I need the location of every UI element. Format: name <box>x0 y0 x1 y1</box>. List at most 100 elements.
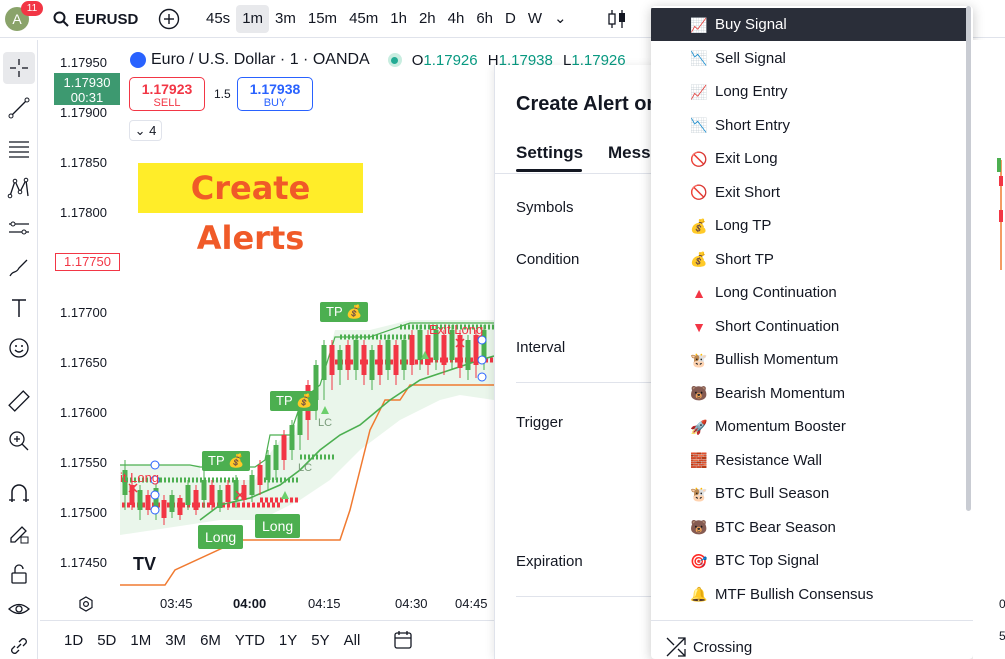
symbols-label: Symbols <box>516 199 574 216</box>
interval-45s[interactable]: 45s <box>200 5 236 33</box>
dropdown-item-sell-signal[interactable]: 📉 Sell Signal <box>651 42 967 75</box>
candle-body <box>249 475 255 495</box>
symbol-search-button[interactable]: EURUSD <box>53 7 138 31</box>
dropdown-item-bullish-momentum[interactable]: 🐮 Bullish Momentum <box>651 343 967 376</box>
interval-1h[interactable]: 1h <box>384 5 413 33</box>
dropdown-item-bearish-momentum[interactable]: 🐻 Bearish Momentum <box>651 377 967 410</box>
candles-icon[interactable] <box>606 8 628 30</box>
text-tool[interactable] <box>3 292 35 324</box>
time-axis-label: 04:15 <box>308 596 341 611</box>
promo-banner: Create Alerts <box>138 163 363 257</box>
dropdown-item-long-tp[interactable]: 💰 Long TP <box>651 209 967 242</box>
trendline-tool[interactable] <box>3 92 35 124</box>
signal-icon: 📉 <box>690 50 708 66</box>
interval-1m[interactable]: 1m <box>236 5 270 33</box>
price-axis-label: 1.17700 <box>60 305 107 320</box>
measure-tool[interactable] <box>3 385 35 417</box>
fib-tool[interactable] <box>3 132 35 164</box>
dropdown-item-long-continuation[interactable]: ▲ Long Continuation <box>651 276 967 309</box>
interval-45m[interactable]: 45m <box>343 5 384 33</box>
range-5d[interactable]: 5D <box>97 632 116 649</box>
magnet-tool[interactable] <box>3 478 35 510</box>
spread-value: 1.5 <box>214 87 231 101</box>
dropdown-item-label: Long TP <box>715 217 772 234</box>
chart-edge-fragment: 0 5 <box>997 158 1005 643</box>
range-1y[interactable]: 1Y <box>279 632 297 649</box>
visibility-tool[interactable] <box>3 593 35 625</box>
dropdown-item-btc-bull-season[interactable]: 🐮 BTC Bull Season <box>651 477 967 510</box>
dropdown-item-short-entry[interactable]: 📉 Short Entry <box>651 109 967 142</box>
notification-badge: 11 <box>21 1 43 16</box>
dropdown-item-label: Bearish Momentum <box>715 384 846 402</box>
chart-pane[interactable]: Euro / U.S. Dollar · 1 · OANDA O1.17926 … <box>40 40 626 620</box>
interval-W[interactable]: W <box>522 5 548 33</box>
candle-body <box>425 335 431 365</box>
dropdown-item-btc-top-signal[interactable]: 🎯 BTC Top Signal <box>651 544 967 577</box>
emoji-tool[interactable] <box>3 332 35 364</box>
dropdown-item-long-entry[interactable]: 📈 Long Entry <box>651 75 967 108</box>
dropdown-item-short-continuation[interactable]: ▼ Short Continuation <box>651 310 967 343</box>
interval-3m[interactable]: 3m <box>269 5 302 33</box>
price-axis-label: 1.17500 <box>60 505 107 520</box>
price-axis-label: 1.17450 <box>60 555 107 570</box>
tab-settings[interactable]: Settings <box>516 143 583 172</box>
dropdown-item-momentum-booster[interactable]: 🚀 Momentum Booster <box>651 410 967 443</box>
range-all[interactable]: All <box>344 632 361 649</box>
zoom-in-icon <box>9 431 29 451</box>
price-chart[interactable] <box>40 40 495 595</box>
interval-6h[interactable]: 6h <box>470 5 499 33</box>
dropdown-scrollbar[interactable] <box>966 6 971 511</box>
dropdown-item-mtf-bullish-consensus[interactable]: 🔔 MTF Bullish Consensus <box>651 578 967 611</box>
interval-4h[interactable]: 4h <box>442 5 471 33</box>
trigger-label: Trigger <box>516 414 563 431</box>
dropdown-item-buy-signal[interactable]: 📈 Buy Signal <box>651 8 967 41</box>
add-symbol-icon[interactable] <box>158 8 180 30</box>
candle-body <box>457 335 463 368</box>
dropdown-item-short-tp[interactable]: 💰 Short TP <box>651 243 967 276</box>
chevron-down-icon[interactable]: ⌄ <box>548 5 573 33</box>
candle-body <box>273 445 279 470</box>
range-5y[interactable]: 5Y <box>311 632 329 649</box>
interval-15m[interactable]: 15m <box>302 5 343 33</box>
range-ytd[interactable]: YTD <box>235 632 265 649</box>
pattern-icon <box>7 177 29 199</box>
long-marker: Long <box>198 525 244 549</box>
indicators-toggle[interactable]: ⌄ 4 <box>129 120 162 141</box>
interval-D[interactable]: D <box>499 5 522 33</box>
zoom-tool[interactable] <box>3 425 35 457</box>
lock-tool[interactable] <box>3 558 35 590</box>
interval-2h[interactable]: 2h <box>413 5 442 33</box>
dialog-title: Create Alert or <box>516 93 655 115</box>
forecast-tool[interactable] <box>3 212 35 244</box>
range-6m[interactable]: 6M <box>200 632 221 649</box>
time-axis-label: 04:45 <box>455 596 488 611</box>
level-marker <box>150 460 160 470</box>
dropdown-item-resistance-wall[interactable]: 🧱 Resistance Wall <box>651 444 967 477</box>
dropdown-item-label: Buy Signal <box>715 16 787 33</box>
dropdown-item-crossing[interactable]: Crossing <box>665 636 752 658</box>
settings-icon[interactable] <box>78 596 94 612</box>
candle-body <box>401 340 407 370</box>
dropdown-item-exit-short[interactable]: 🚫 Exit Short <box>651 176 967 209</box>
crosshair-tool[interactable] <box>3 52 35 84</box>
brush-tool[interactable] <box>3 252 35 284</box>
signal-icon: 🚫 <box>690 184 708 200</box>
go-to-date-icon[interactable] <box>392 629 414 651</box>
candle-body <box>409 335 415 365</box>
range-1d[interactable]: 1D <box>64 632 83 649</box>
level-marker <box>477 335 487 345</box>
link-tool[interactable] <box>3 630 35 659</box>
signal-icon: 📈 <box>690 83 708 100</box>
pattern-tool[interactable] <box>3 172 35 204</box>
dropdown-item-exit-long[interactable]: 🚫 Exit Long <box>651 142 967 175</box>
sell-button[interactable]: 1.17923 SELL <box>129 77 205 111</box>
range-1m[interactable]: 1M <box>130 632 151 649</box>
signal-icon: 📉 <box>690 117 708 133</box>
time-axis[interactable]: 03:45 04:00 04:15 04:30 04:45 <box>40 594 495 614</box>
range-3m[interactable]: 3M <box>165 632 186 649</box>
dropdown-item-btc-bear-season[interactable]: 🐻 BTC Bear Season <box>651 511 967 544</box>
signal-icon: 🔔 <box>690 586 708 602</box>
buy-button[interactable]: 1.17938 BUY <box>237 77 313 111</box>
time-axis-label: 04:00 <box>233 596 267 611</box>
draw-mode-tool[interactable] <box>3 518 35 550</box>
